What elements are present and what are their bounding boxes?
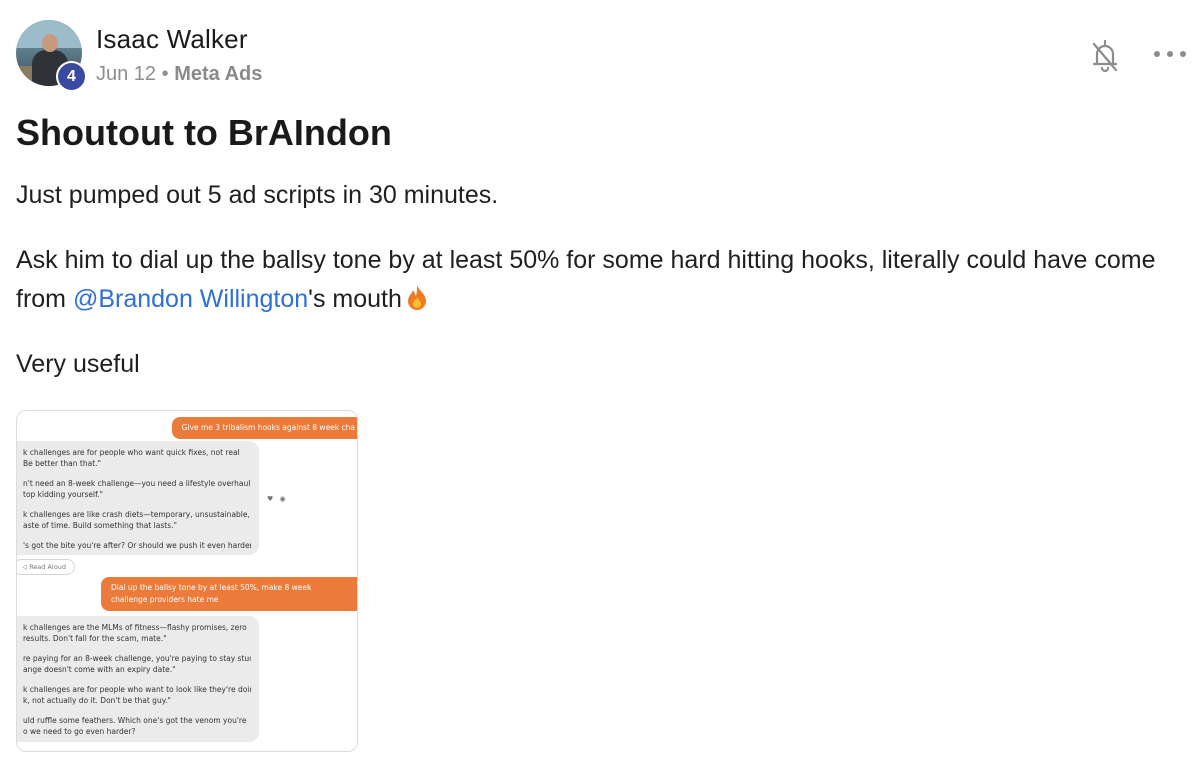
level-badge: 4 (56, 61, 87, 92)
chat-line: Be better than that." (23, 459, 101, 468)
post-card: 4 Isaac Walker Jun 12 • Meta Ads Shoutou… (0, 0, 1200, 757)
user-mention-link[interactable]: @Brandon Willington (73, 285, 308, 313)
chat-line: re paying for an 8-week challenge, you'r… (23, 654, 251, 663)
post-category[interactable]: Meta Ads (174, 63, 262, 85)
post-paragraph-1: Just pumped out 5 ad scripts in 30 minut… (16, 181, 499, 209)
avatar-person-head (42, 34, 58, 52)
chat-ai-reply-2: k challenges are the MLMs of fitness—fla… (17, 616, 259, 742)
more-dot (1154, 51, 1160, 57)
post-paragraph-3: Very useful (16, 350, 140, 378)
chat-line: top kidding yourself." (23, 490, 104, 499)
post-date: Jun 12 (96, 63, 157, 85)
meta-separator: • (156, 63, 175, 85)
chat-line: uld ruffle some feathers. Which one's go… (23, 716, 247, 725)
chat-user-message-2: Dial up the ballsy tone by at least 50%,… (101, 577, 357, 611)
chat-line: k challenges are for people who want qui… (23, 448, 240, 457)
attachment-image[interactable]: Give me 3 tribalism hooks against 8 week… (16, 410, 358, 752)
more-options-icon[interactable] (1154, 44, 1186, 64)
chat-line: results. Don't fall for the scam, mate." (23, 634, 167, 643)
more-dot (1180, 51, 1186, 57)
post-paragraph-2: Ask him to dial up the ballsy tone by at… (16, 241, 1176, 319)
bell-off-icon[interactable] (1090, 38, 1120, 74)
chat-line: ange doesn't come with an expiry date." (23, 665, 176, 674)
chat-line: k challenges are like crash diets—tempor… (23, 510, 250, 519)
chat-line: aste of time. Build something that lasts… (23, 521, 177, 530)
paragraph-2-suffix: 's mouth (308, 285, 402, 313)
chat-line: o we need to go even harder? (23, 727, 136, 736)
fire-emoji-icon (406, 283, 428, 310)
chat-user-message-1: Give me 3 tribalism hooks against 8 week… (171, 417, 357, 439)
chat-line: k, not actually do it. Don't be that guy… (23, 696, 171, 705)
reaction-icons: ♥ ◉ (267, 495, 288, 503)
read-aloud-button: ◁ Read Aloud (17, 559, 75, 575)
chat-line: 's got the bite you're after? Or should … (23, 541, 251, 550)
author-name[interactable]: Isaac Walker (96, 24, 248, 55)
post-meta: Jun 12 • Meta Ads (96, 63, 262, 86)
chat-line: n't need an 8-week challenge—you need a … (23, 479, 251, 488)
chat-line: k challenges are for people who want to … (23, 685, 251, 694)
post-title: Shoutout to BrAIndon (16, 112, 392, 153)
chat-ai-reply-1: k challenges are for people who want qui… (17, 441, 259, 555)
chat-line: k challenges are the MLMs of fitness—fla… (23, 623, 247, 632)
more-dot (1167, 51, 1173, 57)
